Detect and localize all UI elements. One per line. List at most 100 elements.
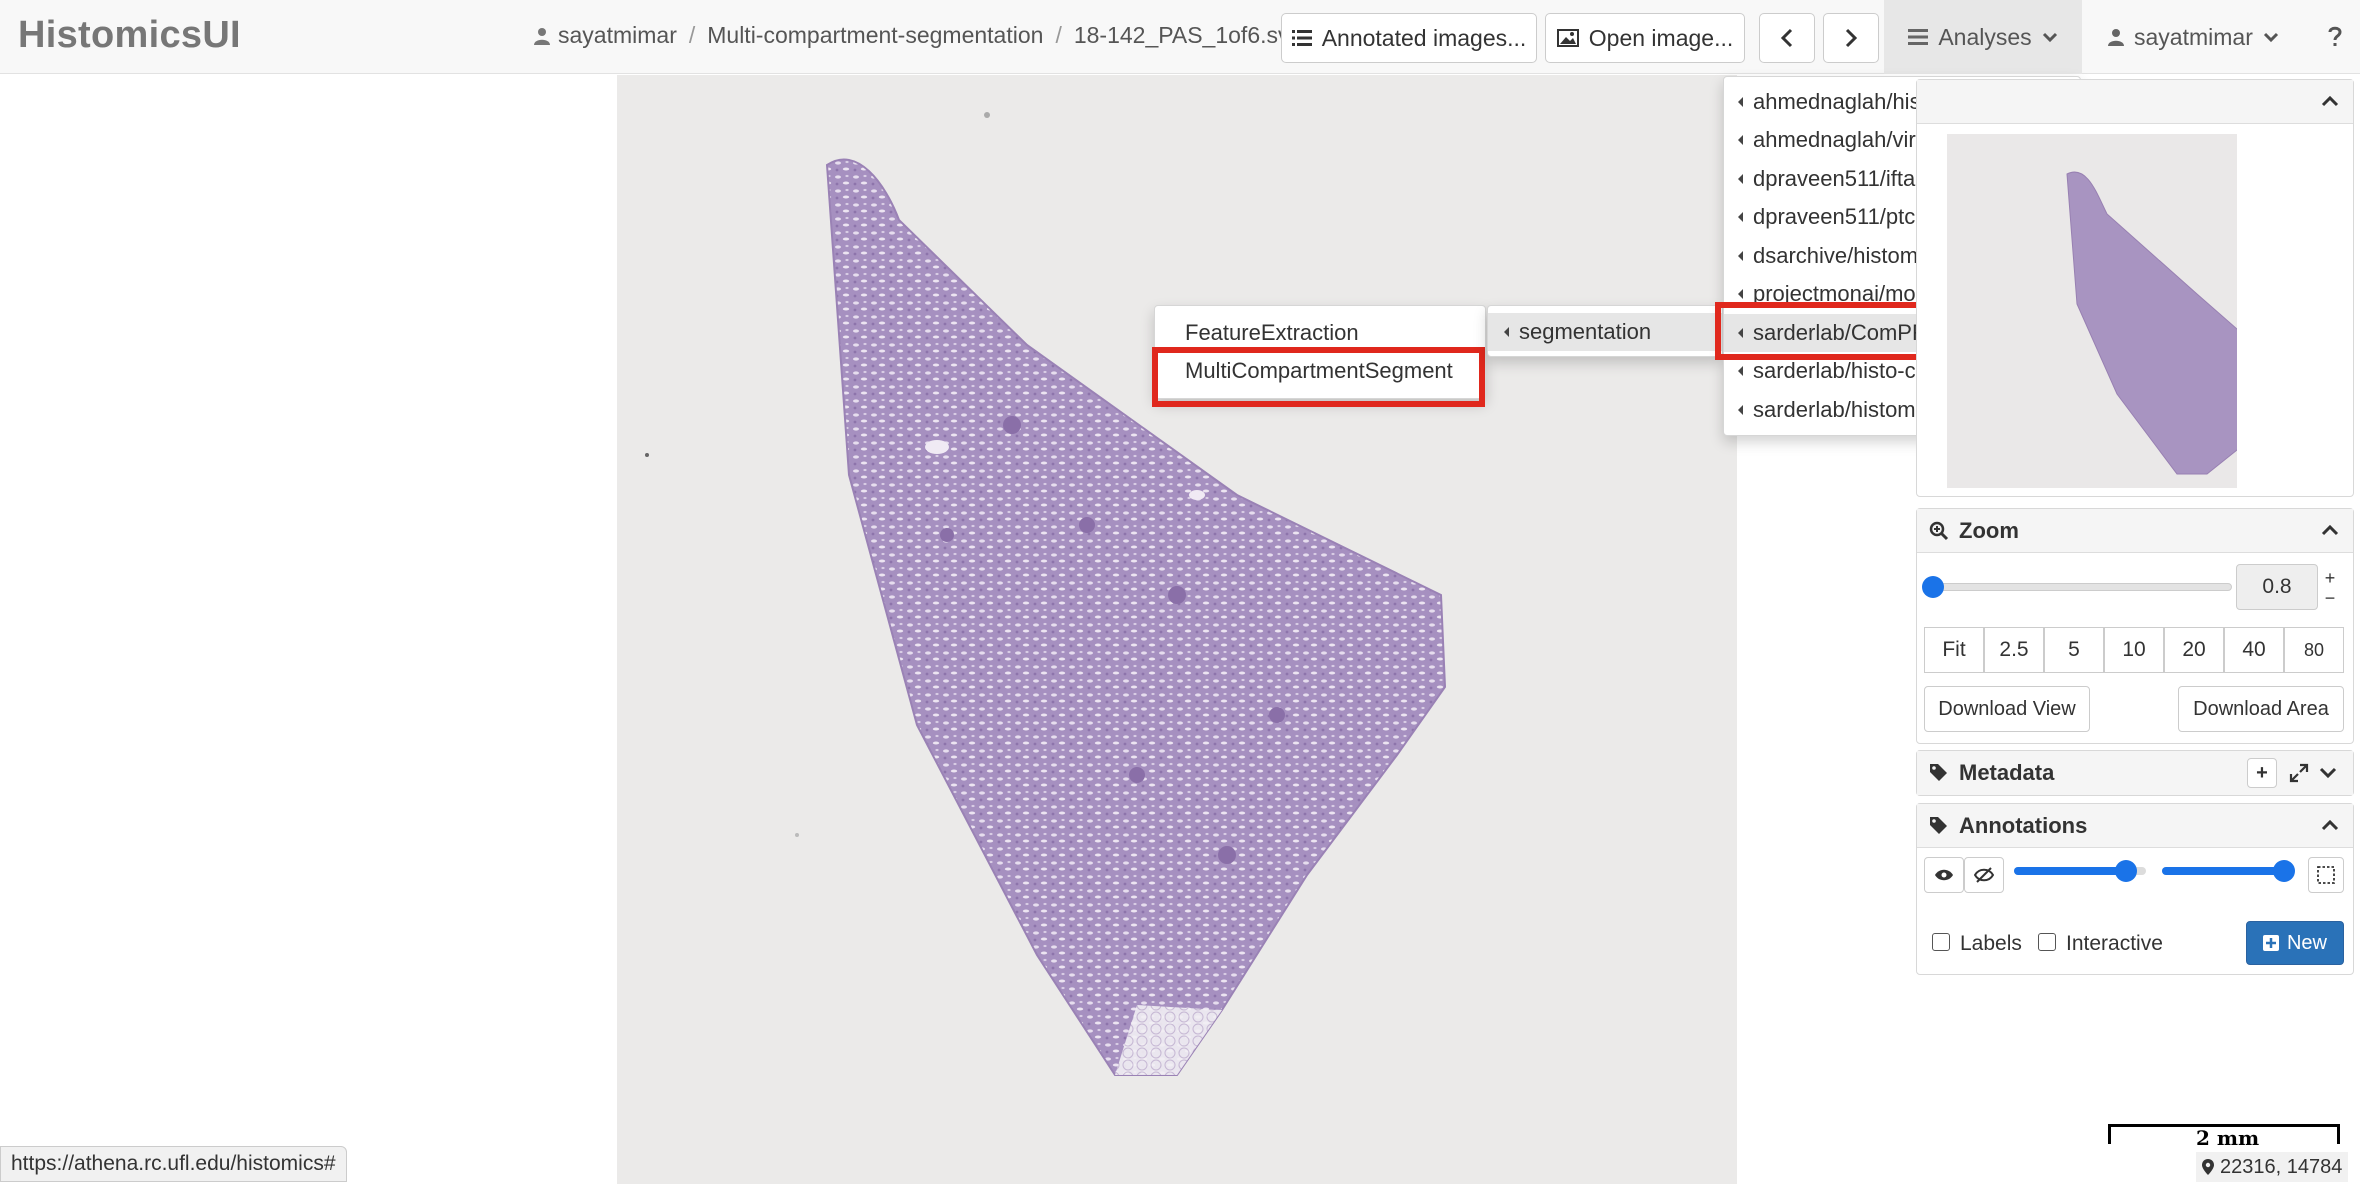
- hide-annotations-button[interactable]: [1964, 857, 2004, 893]
- category-menu: segmentation: [1487, 305, 1723, 357]
- image-viewer[interactable]: [617, 75, 1737, 1184]
- chevron-up-icon[interactable]: [2321, 523, 2339, 537]
- metadata-panel-title: Metadata: [1959, 760, 2055, 785]
- metadata-panel: Metadata +: [1916, 750, 2354, 796]
- zoom-slider[interactable]: [1928, 583, 2232, 591]
- caret-left-icon: [1738, 174, 1743, 184]
- annotated-images-label: Annotated images...: [1321, 24, 1527, 51]
- caret-left-icon: [1738, 366, 1743, 376]
- eye-slash-icon: [1974, 867, 1994, 883]
- category-segmentation[interactable]: segmentation: [1488, 313, 1722, 351]
- caret-left-icon: [1738, 97, 1743, 107]
- analyses-label: Analyses: [1938, 23, 2032, 50]
- caret-left-icon: [1738, 212, 1743, 222]
- zoom-decrease-icon[interactable]: −: [2320, 588, 2340, 608]
- cursor-coordinates: 22316, 14784: [2196, 1152, 2349, 1182]
- zoom-preset-80[interactable]: 80: [2284, 627, 2344, 673]
- add-metadata-icon[interactable]: +: [2247, 758, 2277, 788]
- zoom-preset-10[interactable]: 10: [2104, 627, 2164, 673]
- caret-left-icon: [1738, 135, 1743, 145]
- zoom-increase-icon[interactable]: +: [2320, 568, 2340, 588]
- zoom-preset-5[interactable]: 5: [2044, 627, 2104, 673]
- zoom-preset-2-5[interactable]: 2.5: [1984, 627, 2044, 673]
- task-multi-compartment-segment-label: MultiCompartmentSegment: [1185, 358, 1453, 383]
- tags-icon: [1930, 816, 1947, 834]
- list-icon: [1291, 30, 1312, 46]
- annotations-panel-title: Annotations: [1959, 812, 2088, 838]
- overview-thumbnail[interactable]: [1947, 134, 2237, 488]
- zoom-preset-label: 40: [2242, 638, 2266, 661]
- metadata-panel-header[interactable]: Metadata: [1917, 751, 2353, 795]
- interactive-checkbox[interactable]: [2038, 933, 2056, 951]
- task-feature-extraction[interactable]: FeatureExtraction: [1155, 314, 1485, 352]
- zoom-slider-handle[interactable]: [1922, 576, 1944, 598]
- chevron-down-icon: [2042, 32, 2057, 43]
- download-view-label: Download View: [1938, 697, 2076, 720]
- dotted-square-icon: [2317, 866, 2335, 884]
- histomics-app: HistomicsUI sayatmimar / Multi-compartme…: [0, 0, 2360, 1184]
- map-marker-icon: [2202, 1159, 2214, 1175]
- tags-icon: [1930, 764, 1947, 781]
- user-menu[interactable]: sayatmimar: [2108, 0, 2279, 74]
- chevron-left-icon: [1780, 28, 1793, 48]
- status-url: https://athena.rc.ufl.edu/histomics#: [11, 1152, 336, 1175]
- zoom-preset-label: 5: [2068, 638, 2080, 661]
- breadcrumb-user[interactable]: sayatmimar: [558, 22, 677, 49]
- zoom-preset-20[interactable]: 20: [2164, 627, 2224, 673]
- tasks-menu: FeatureExtraction MultiCompartmentSegmen…: [1154, 305, 1486, 399]
- zoom-panel-header[interactable]: Zoom: [1917, 509, 2353, 553]
- zoom-preset-label: 80: [2303, 639, 2325, 660]
- breadcrumb-separator: /: [688, 22, 696, 48]
- zoom-preset-label: Fit: [1942, 638, 1966, 661]
- overview-panel-header[interactable]: [1917, 80, 2353, 124]
- zoom-preset-fit[interactable]: Fit: [1924, 627, 1984, 673]
- app-brand[interactable]: HistomicsUI: [18, 14, 241, 57]
- annotated-images-button[interactable]: Annotated images...: [1281, 13, 1537, 63]
- analysis-item-label: dpraveen511/ptc: [1753, 204, 1916, 229]
- scale-bar-label: 2 mm: [2196, 1126, 2260, 1150]
- breadcrumb: sayatmimar / Multi-compartment-segmentat…: [534, 22, 1301, 49]
- caret-left-icon: [1738, 328, 1743, 338]
- status-url-bar: https://athena.rc.ufl.edu/histomics#: [0, 1146, 347, 1182]
- previous-image-button[interactable]: [1759, 13, 1815, 63]
- breadcrumb-file[interactable]: 18-142_PAS_1of6.svs: [1074, 22, 1301, 49]
- new-annotation-label: New: [2286, 931, 2327, 954]
- plus-square-icon: [2262, 935, 2279, 951]
- annotations-panel-header[interactable]: Annotations: [1917, 804, 2353, 848]
- download-view-button[interactable]: Download View: [1924, 686, 2090, 732]
- chevron-down-icon[interactable]: [2319, 766, 2337, 780]
- chevron-up-icon[interactable]: [2321, 94, 2339, 108]
- zoom-preset-label: 2.5: [1999, 638, 2029, 661]
- labels-checkbox[interactable]: [1932, 933, 1950, 951]
- select-region-button[interactable]: [2308, 857, 2344, 893]
- next-image-button[interactable]: [1823, 13, 1879, 63]
- zoom-value: 0.8: [2262, 575, 2292, 598]
- expand-icon[interactable]: [2289, 763, 2309, 783]
- task-multi-compartment-segment[interactable]: MultiCompartmentSegment: [1155, 352, 1485, 390]
- download-area-button[interactable]: Download Area: [2178, 686, 2344, 732]
- analyses-dropdown-toggle[interactable]: Analyses: [1884, 0, 2082, 74]
- task-feature-extraction-label: FeatureExtraction: [1185, 320, 1359, 345]
- chevron-right-icon: [1845, 28, 1858, 48]
- annotation-fill-fill: [2162, 867, 2285, 875]
- interactive-checkbox-label: Interactive: [2066, 932, 2163, 955]
- zoom-in-icon: [1929, 521, 1949, 540]
- help-icon[interactable]: [2320, 22, 2350, 52]
- eye-icon: [1935, 869, 1953, 881]
- overview-panel: [1916, 79, 2354, 497]
- breadcrumb-folder[interactable]: Multi-compartment-segmentation: [707, 22, 1043, 49]
- breadcrumb-separator: /: [1055, 22, 1062, 48]
- analysis-item-label: dpraveen511/ifta: [1753, 166, 1916, 191]
- zoom-preset-40[interactable]: 40: [2224, 627, 2284, 673]
- chevron-up-icon[interactable]: [2321, 818, 2339, 832]
- zoom-value-field[interactable]: 0.8: [2236, 564, 2318, 610]
- zoom-preset-label: 10: [2122, 638, 2146, 661]
- user-icon: [2108, 29, 2124, 46]
- show-annotations-button[interactable]: [1924, 857, 1964, 893]
- annotation-opacity-fill: [2014, 867, 2127, 875]
- zoom-panel-title: Zoom: [1959, 517, 2019, 543]
- open-image-button[interactable]: Open image...: [1545, 13, 1745, 63]
- caret-left-icon: [1738, 251, 1743, 261]
- image-icon: [1556, 29, 1579, 47]
- new-annotation-button[interactable]: New: [2246, 921, 2344, 965]
